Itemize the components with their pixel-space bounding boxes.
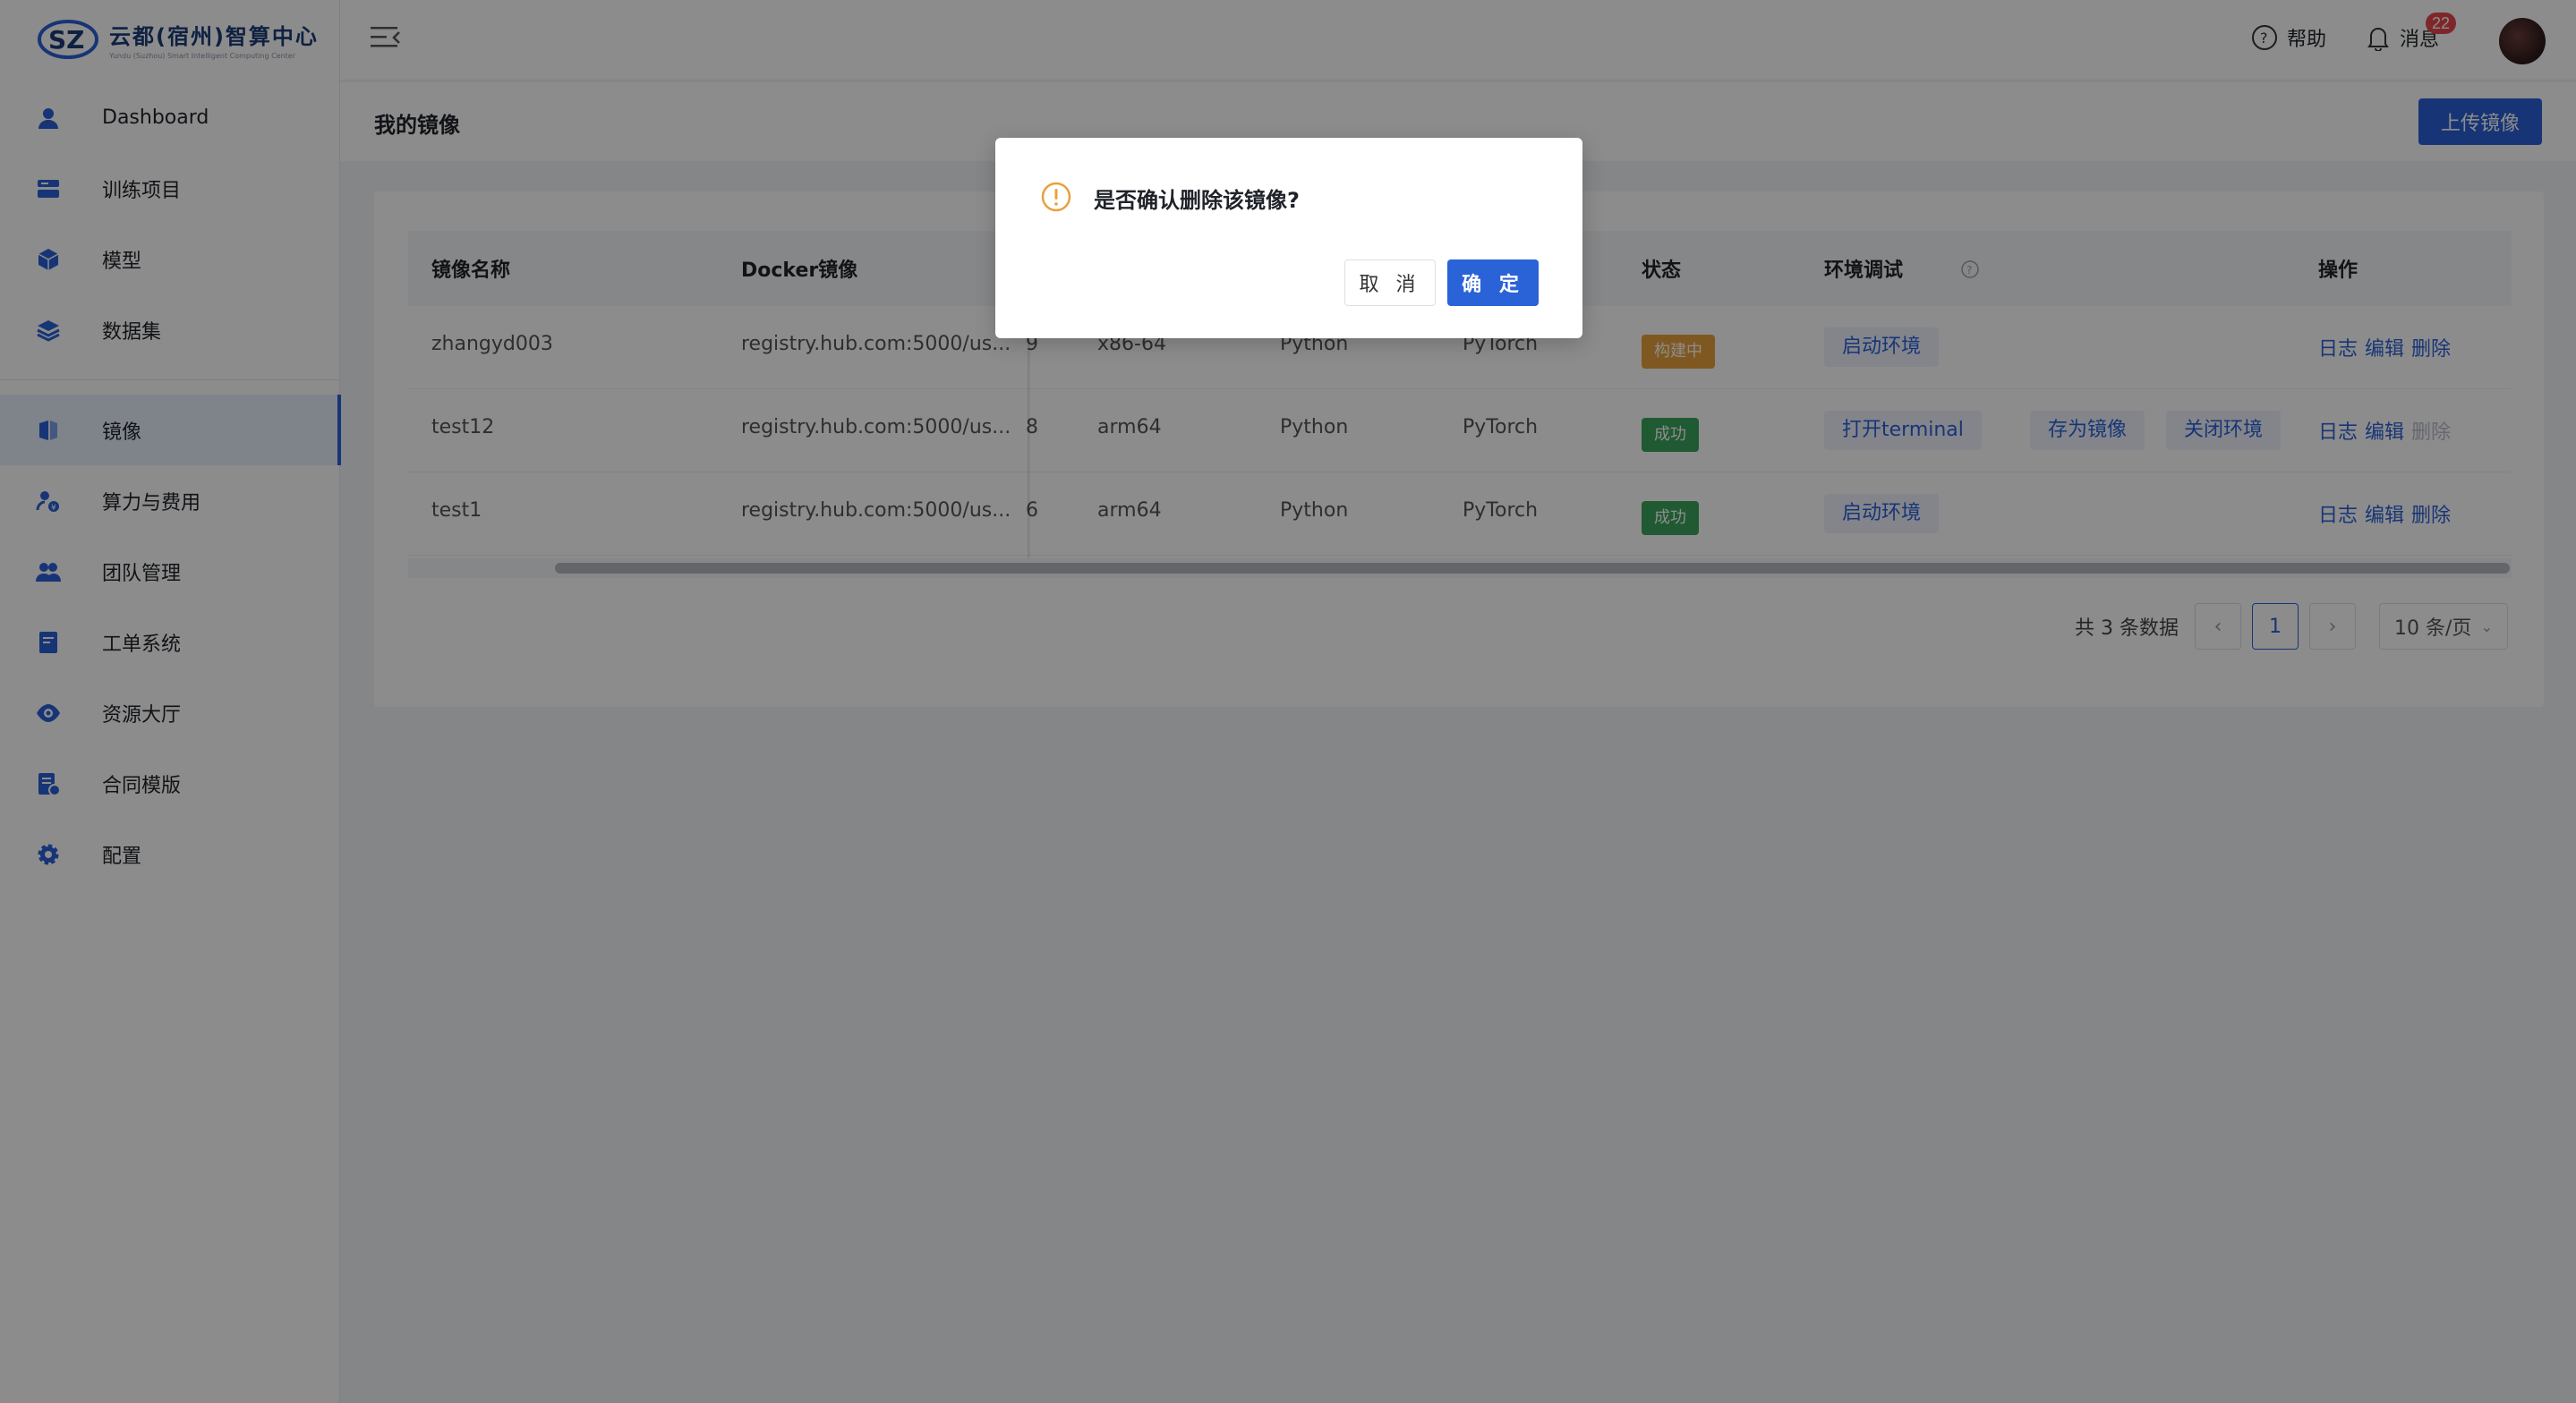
confirm-delete-dialog: 是否确认删除该镜像? 取 消 确 定 (995, 138, 1582, 338)
dialog-message: 是否确认删除该镜像? (1094, 188, 1300, 213)
confirm-button[interactable]: 确 定 (1447, 259, 1539, 306)
warning-icon (1041, 182, 1071, 212)
cancel-button[interactable]: 取 消 (1344, 259, 1436, 306)
